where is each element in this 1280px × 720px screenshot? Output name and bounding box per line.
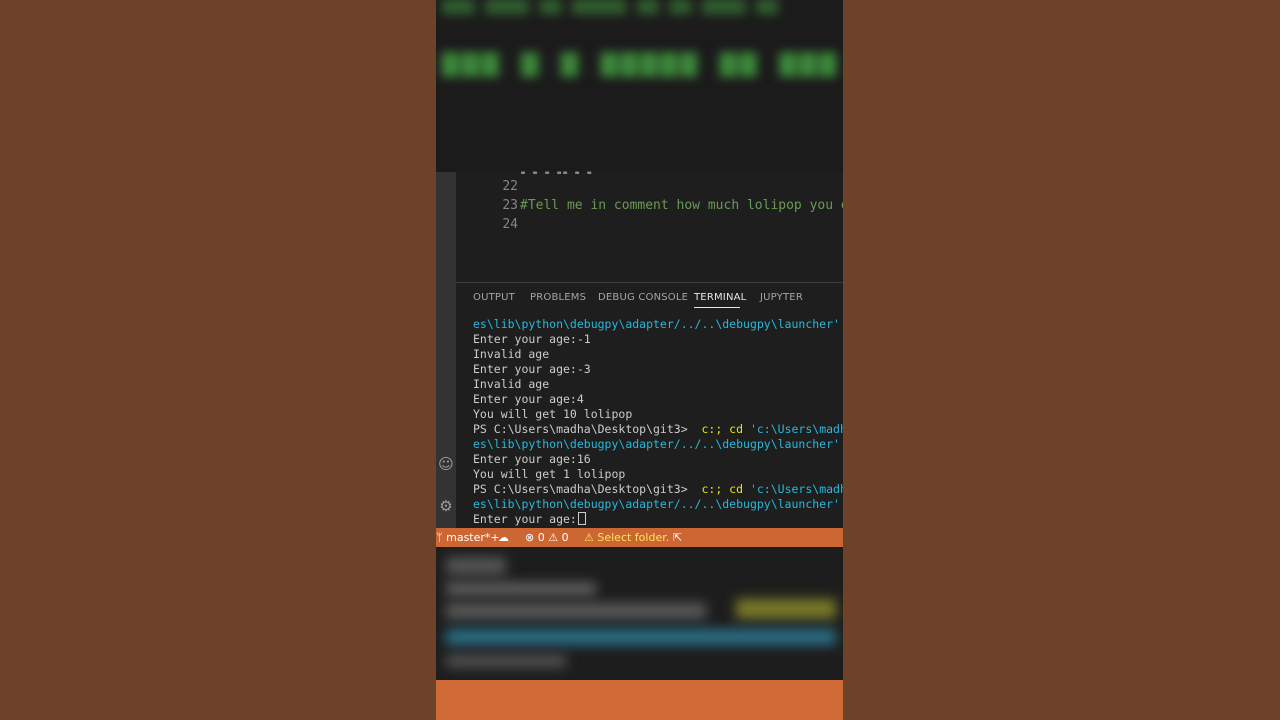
tab-jupyter[interactable]: JUPYTER xyxy=(760,292,803,303)
blurred-code-line: ▆▆▆ ▆▆▆▆ ▆▆ ▆▆▆▆▆ ▆▆ ▆▆ ▆▆▆▆ ▆▆ xyxy=(442,0,778,15)
terminal-line: Invalid age xyxy=(473,347,550,361)
line-number: 22 xyxy=(502,179,518,194)
terminal-line: You will get 1 lolipop xyxy=(473,467,626,481)
select-folder-button[interactable]: ⚠ Select folder. xyxy=(584,528,669,547)
gear-icon[interactable]: ⚙ xyxy=(436,496,456,516)
problems-indicator[interactable]: ⊗ 0 ⚠ 0 xyxy=(525,528,569,547)
terminal-input-line[interactable]: Enter your age: xyxy=(473,512,843,527)
terminal-line: es\lib\python\debugpy\adapter/../..\debu… xyxy=(473,317,843,331)
ps-prompt: PS C:\Users\madha\Desktop\git3> xyxy=(473,422,695,436)
live-share-icon[interactable]: ⇱ xyxy=(673,528,682,547)
terminal-line: Enter your age:16 xyxy=(473,452,591,466)
select-folder-label: Select folder. xyxy=(597,531,670,544)
blurred-status-bar xyxy=(436,680,843,720)
terminal-cursor xyxy=(577,512,586,525)
ps-prompt: PS C:\Users\madha\Desktop\git3> xyxy=(473,482,695,496)
code-editor[interactable]: ▪ ▪ ▪ ▪▪ ▪ ▪ 22 23 24 #Tell me in commen… xyxy=(436,168,843,282)
line-gutter: 22 23 24 xyxy=(456,172,518,282)
partial-code-line: ▪ ▪ ▪ ▪▪ ▪ ▪ xyxy=(520,168,593,174)
warning-count: 0 xyxy=(561,531,569,544)
terminal-line: Enter your age:-1 xyxy=(473,332,591,346)
status-bar: ᛘ master*+ ☁ ⊗ 0 ⚠ 0 ⚠ Select folder. ⇱ xyxy=(436,528,843,547)
terminal-output[interactable]: es\lib\python\debugpy\adapter/../..\debu… xyxy=(473,317,843,529)
terminal-line: es\lib\python\debugpy\adapter/../..\debu… xyxy=(473,497,843,511)
ps-path: 'c:\Users\madha xyxy=(749,482,843,496)
ps-command: c:; cd xyxy=(694,482,750,496)
terminal-line-prompt: PS C:\Users\madha\Desktop\git3> c:; cd '… xyxy=(473,482,843,497)
vscode-window: ▆▆▆ ▆▆▆▆ ▆▆ ▆▆▆▆▆ ▆▆ ▆▆ ▆▆▆▆ ▆▆ ▆▆▆ ▆ ▆ … xyxy=(436,0,843,720)
bottom-panel: OUTPUT PROBLEMS DEBUG CONSOLE TERMINAL J… xyxy=(456,282,843,529)
blurred-code-line: ▆▆▆ ▆ ▆ ▆▆▆▆▆ ▆▆ ▆▆▆ ▆ xyxy=(442,44,843,77)
age-prompt: Enter your age: xyxy=(473,512,577,526)
tab-output[interactable]: OUTPUT xyxy=(473,292,515,303)
terminal-line-prompt: PS C:\Users\madha\Desktop\git3> c:; cd '… xyxy=(473,422,843,437)
activity-bar: ☺ ⚙ xyxy=(436,172,456,528)
terminal-line: Enter your age:-3 xyxy=(473,362,591,376)
terminal-line: Invalid age xyxy=(473,377,550,391)
warning-icon: ⚠ xyxy=(548,531,559,544)
left-background xyxy=(0,0,436,720)
terminal-line: You will get 10 lolipop xyxy=(473,407,633,421)
tab-terminal[interactable]: TERMINAL xyxy=(694,292,746,303)
branch-icon: ᛘ xyxy=(436,531,447,544)
panel-tabs: OUTPUT PROBLEMS DEBUG CONSOLE TERMINAL J… xyxy=(456,283,843,313)
code-line-comment[interactable]: #Tell me in comment how much lolipop you… xyxy=(520,198,843,213)
blurred-code-area: ▆▆▆ ▆▆▆▆ ▆▆ ▆▆▆▆▆ ▆▆ ▆▆ ▆▆▆▆ ▆▆ ▆▆▆ ▆ ▆ … xyxy=(436,0,843,172)
account-icon[interactable]: ☺ xyxy=(436,454,456,474)
sync-icon[interactable]: ☁ xyxy=(498,528,509,547)
blurred-block xyxy=(446,583,596,595)
tab-problems[interactable]: PROBLEMS xyxy=(530,292,586,303)
right-background xyxy=(843,0,1280,720)
blurred-block xyxy=(446,629,836,645)
blurred-block xyxy=(446,603,706,619)
line-number: 24 xyxy=(502,217,518,232)
terminal-line: Enter your age:4 xyxy=(473,392,584,406)
branch-name: master*+ xyxy=(446,531,500,544)
ps-path: 'c:\Users\madha xyxy=(749,422,843,436)
error-count: 0 xyxy=(537,531,545,544)
blurred-block xyxy=(446,557,506,575)
ps-command: c:; cd xyxy=(694,422,750,436)
warning-icon: ⚠ xyxy=(584,531,594,544)
blurred-bottom-area xyxy=(436,547,843,720)
terminal-line: es\lib\python\debugpy\adapter/../..\debu… xyxy=(473,437,843,451)
line-number: 23 xyxy=(502,198,518,213)
source-control-branch[interactable]: ᛘ master*+ xyxy=(436,528,500,547)
error-icon: ⊗ xyxy=(525,531,535,544)
tab-debug-console[interactable]: DEBUG CONSOLE xyxy=(598,292,688,303)
blurred-block xyxy=(736,599,836,619)
blurred-block xyxy=(446,655,566,667)
active-tab-indicator xyxy=(694,307,740,308)
